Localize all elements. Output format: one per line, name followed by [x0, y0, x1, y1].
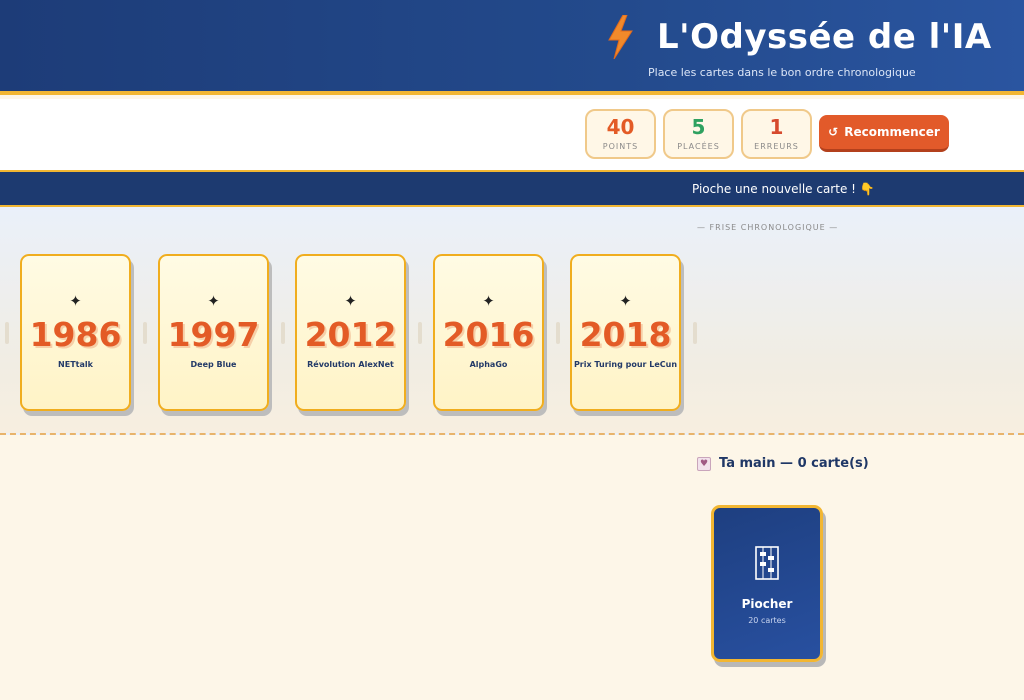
card-event: AlphaGo	[469, 360, 508, 369]
card-year: 1986	[29, 315, 122, 354]
points-stat: 40 POINTS	[585, 109, 656, 159]
timeline-card: ✦ 2018 Prix Turing pour LeCun	[570, 254, 681, 411]
restart-icon: ↺	[828, 125, 839, 139]
placed-stat: 5 PLACÉES	[663, 109, 734, 159]
errors-stat: 1 ERREURS	[741, 109, 812, 159]
card-event: Prix Turing pour LeCun	[573, 360, 678, 369]
drop-slot[interactable]	[143, 322, 147, 344]
star-icon: ✦	[344, 292, 357, 310]
header: L'Odyssée de l'IA Place les cartes dans …	[0, 0, 1024, 95]
hand-title: Ta main — 0 carte(s)	[719, 456, 869, 471]
draw-deck-card[interactable]: Piocher 20 cartes	[711, 505, 823, 662]
message-text: Pioche une nouvelle carte ! 👇	[692, 182, 875, 196]
card-year: 2016	[442, 315, 535, 354]
placed-label: PLACÉES	[677, 142, 720, 151]
timeline-card: ✦ 1986 NETtalk	[20, 254, 131, 411]
deck-label: Piocher	[741, 597, 793, 611]
errors-label: ERREURS	[754, 142, 799, 151]
restart-label: Recommencer	[844, 125, 940, 139]
card-year: 2012	[304, 315, 397, 354]
page-subtitle: Place les cartes dans le bon ordre chron…	[648, 66, 916, 79]
drop-slot[interactable]	[693, 322, 697, 344]
drop-slot[interactable]	[418, 322, 422, 344]
hand-header: ♥ Ta main — 0 carte(s)	[697, 456, 869, 471]
star-icon: ✦	[207, 292, 220, 310]
star-icon: ✦	[482, 292, 495, 310]
page-title: L'Odyssée de l'IA	[657, 17, 992, 57]
timeline-card: ✦ 2016 AlphaGo	[433, 254, 544, 411]
drop-slot[interactable]	[281, 322, 285, 344]
placed-value: 5	[691, 115, 706, 139]
deck-count: 20 cartes	[748, 616, 786, 625]
points-label: POINTS	[602, 142, 639, 151]
card-event: Deep Blue	[190, 360, 237, 369]
card-event: NETtalk	[58, 360, 93, 369]
drop-slot[interactable]	[5, 322, 9, 344]
title-row: L'Odyssée de l'IA	[605, 14, 992, 60]
card-year: 2018	[579, 315, 672, 354]
stats-bar: 40 POINTS 5 PLACÉES 1 ERREURS ↺ Recommen…	[0, 99, 1024, 170]
cards-icon: ♥	[697, 456, 711, 471]
errors-value: 1	[769, 115, 784, 139]
points-value: 40	[606, 115, 635, 139]
lightning-bolt-icon	[608, 15, 633, 59]
star-icon: ✦	[619, 292, 632, 310]
abacus-icon	[755, 546, 779, 580]
timeline-label: — FRISE CHRONOLOGIQUE —	[697, 223, 839, 232]
card-event: Révolution AlexNet	[307, 360, 394, 369]
timeline-card: ✦ 1997 Deep Blue	[158, 254, 269, 411]
timeline-card: ✦ 2012 Révolution AlexNet	[295, 254, 406, 411]
drop-slot[interactable]	[556, 322, 560, 344]
restart-button[interactable]: ↺ Recommencer	[819, 115, 949, 152]
message-bar: Pioche une nouvelle carte ! 👇	[0, 170, 1024, 207]
timeline: — FRISE CHRONOLOGIQUE — ✦ 1986 NETtalk ✦…	[0, 207, 1024, 435]
card-year: 1997	[167, 315, 260, 354]
star-icon: ✦	[69, 292, 82, 310]
